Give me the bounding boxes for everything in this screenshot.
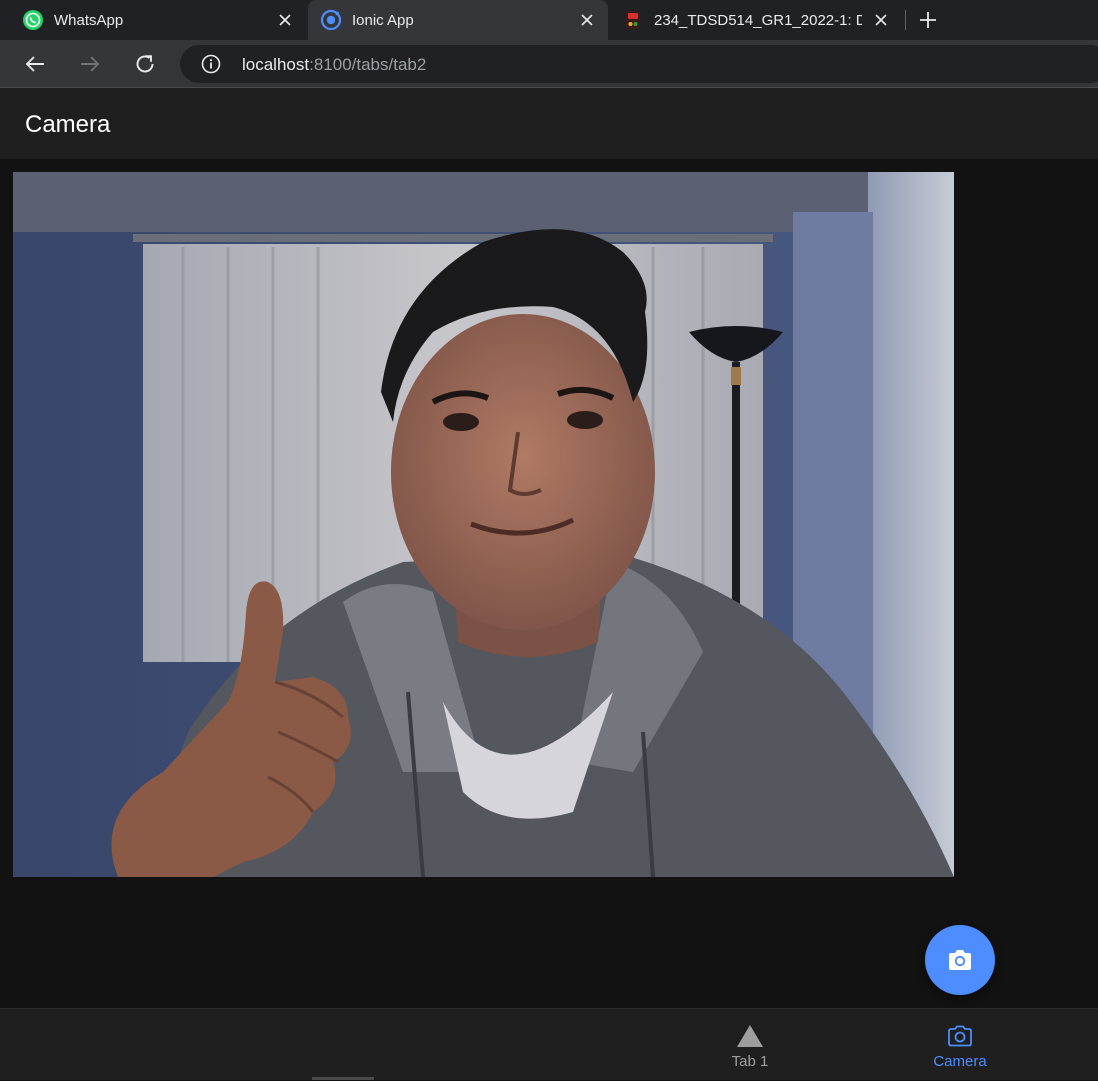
browser-tab-course[interactable]: 234_TDSD514_GR1_2022-1: Debe (610, 0, 902, 40)
plus-icon (920, 12, 936, 28)
back-button[interactable] (21, 50, 49, 78)
browser-tab-whatsapp[interactable]: WhatsApp (0, 0, 306, 40)
browser-tab-ionic-app[interactable]: Ionic App (308, 0, 608, 40)
browser-toolbar: localhost:8100/tabs/tab2 (0, 40, 1098, 88)
arrow-left-icon (25, 56, 44, 72)
url-host: localhost (242, 55, 310, 74)
reload-icon (136, 55, 154, 73)
tab-label: Camera (933, 1053, 987, 1070)
browser-tab-title: WhatsApp (54, 11, 124, 29)
page-title: Camera (25, 111, 111, 138)
new-tab-button[interactable] (914, 7, 942, 33)
close-tab-icon[interactable] (872, 11, 890, 29)
url-path: :8100/tabs/tab2 (309, 55, 427, 74)
camera-icon (949, 950, 971, 970)
whatsapp-icon (22, 9, 44, 31)
course-site-icon (622, 9, 644, 31)
tab-separator (905, 10, 906, 30)
browser-tab-title: Ionic App (352, 11, 414, 29)
camera-outline-icon (947, 1023, 973, 1049)
content-area (0, 159, 1098, 1008)
arrow-right-icon (81, 56, 100, 72)
take-photo-fab[interactable] (925, 925, 995, 995)
app-tab-bar: Tab 1 Camera (0, 1008, 1098, 1080)
browser-tab-strip: WhatsApp Ionic App 234_TDSD514_GR1_2022-… (0, 0, 1098, 40)
close-tab-icon[interactable] (276, 11, 294, 29)
ionic-icon (320, 9, 342, 31)
tab-button-tab1[interactable]: Tab 1 (680, 1009, 820, 1081)
app-header: Camera (0, 88, 1098, 159)
close-tab-icon[interactable] (578, 11, 596, 29)
webcam-photo (13, 172, 954, 877)
tab-label: Tab 1 (731, 1053, 769, 1070)
reload-button[interactable] (131, 50, 159, 78)
triangle-icon (736, 1023, 764, 1049)
url-text: localhost:8100/tabs/tab2 (242, 55, 426, 75)
forward-button[interactable] (76, 50, 104, 78)
browser-tab-title: 234_TDSD514_GR1_2022-1: Debe (654, 11, 862, 29)
address-bar[interactable]: localhost:8100/tabs/tab2 (180, 45, 1098, 83)
tab-button-camera[interactable]: Camera (890, 1009, 1030, 1081)
info-icon[interactable] (201, 54, 221, 74)
